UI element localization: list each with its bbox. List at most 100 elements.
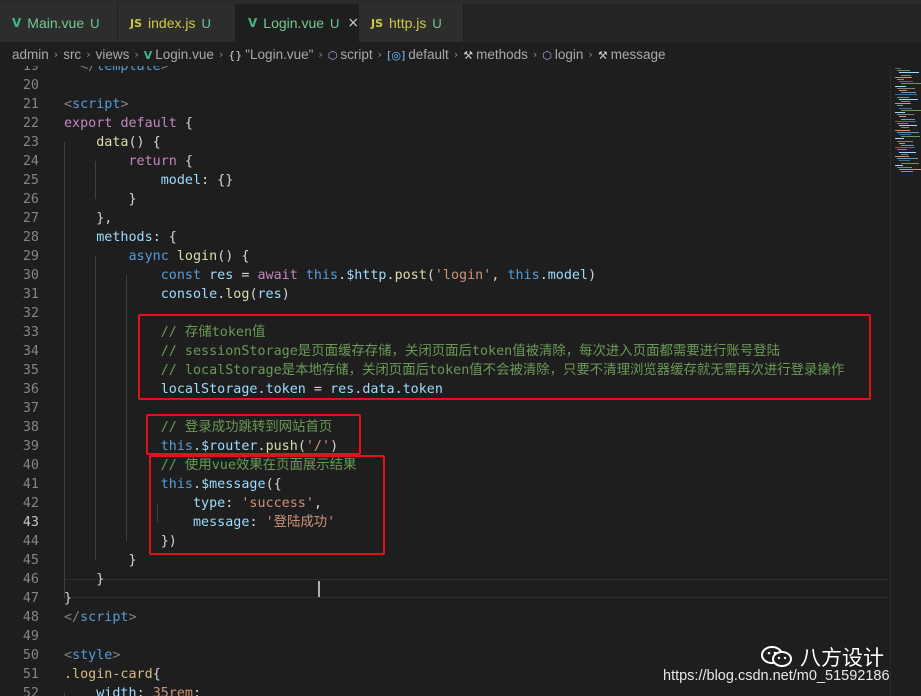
annotation-box-router	[146, 414, 361, 455]
tab-index-js[interactable]: JS index.js U	[118, 4, 236, 42]
code-line[interactable]: 25 model: {}	[0, 171, 890, 190]
code-line[interactable]: 50 <style>	[0, 646, 890, 665]
minimap-line	[899, 125, 917, 127]
breadcrumb-label: script	[340, 46, 373, 62]
minimap-line	[899, 98, 918, 100]
minimap-line	[897, 123, 908, 124]
code-line[interactable]: 28 methods: {	[0, 228, 890, 247]
minimap-line	[895, 68, 901, 69]
code-line[interactable]: 37	[0, 399, 890, 418]
code-line[interactable]: 19 </template>	[0, 66, 890, 76]
code-token: res	[209, 268, 234, 283]
code-line[interactable]: 42 type: 'success',	[0, 494, 890, 513]
wrench-icon: ⚒	[597, 48, 608, 62]
breadcrumb-item[interactable]: ⬡ login	[542, 47, 583, 62]
minimap-line	[901, 153, 908, 155]
code-token: }	[64, 572, 105, 587]
code-line[interactable]: 40 // 使用vue效果在页面展示结果	[0, 456, 890, 475]
tab-label: Login.vue	[263, 15, 325, 31]
minimap[interactable]	[890, 66, 921, 696]
breadcrumb-label: methods	[476, 46, 528, 62]
code-token: =	[233, 268, 258, 283]
code-line[interactable]: 44 })	[0, 532, 890, 551]
code-line[interactable]: 49	[0, 627, 890, 646]
breadcrumb-item[interactable]: admin	[12, 47, 49, 62]
line-number: 23	[22, 135, 39, 150]
tab-http-js[interactable]: JS http.js U	[359, 4, 464, 42]
tab-login-vue[interactable]: V Login.vue U ×	[236, 4, 359, 42]
code-line[interactable]: 30 const res = await this.$http.post('lo…	[0, 266, 890, 285]
breadcrumb: admin › src › views › V Login.vue › {} "Login.vue"…	[0, 42, 921, 66]
close-icon[interactable]: ×	[347, 15, 359, 31]
code-line[interactable]: 45 }	[0, 551, 890, 570]
code-token: width	[96, 686, 137, 696]
minimap-line	[895, 129, 910, 131]
code-text: data() {	[64, 133, 161, 152]
code-token: .	[386, 268, 395, 283]
code-line[interactable]: 41 this.$message({	[0, 475, 890, 494]
editor-tab-bar: V Main.vue U JS index.js U V Login.vue U × JS http.…	[0, 4, 921, 42]
code-line[interactable]: 48 </script>	[0, 608, 890, 627]
code-line[interactable]: 52 width: 35rem;	[0, 684, 890, 696]
code-token: <	[64, 648, 73, 663]
breadcrumb-item[interactable]: ⚒ message	[598, 47, 666, 62]
code-token: return	[128, 154, 177, 169]
code-token: await	[257, 268, 298, 283]
minimap-line	[899, 169, 921, 171]
breadcrumb-item[interactable]: ⬡ script	[328, 47, 373, 62]
code-token: .	[338, 268, 347, 283]
code-token: (	[426, 268, 435, 283]
minimap-line	[901, 109, 921, 111]
code-line[interactable]: 22 export default {	[0, 114, 890, 133]
code-line[interactable]: 47}	[0, 589, 890, 608]
code-line[interactable]: 26 }	[0, 190, 890, 209]
line-number: 51	[22, 667, 39, 682]
vue-file-icon: V	[12, 16, 22, 30]
line-number: 44	[22, 534, 39, 549]
tab-label: http.js	[389, 15, 427, 31]
breadcrumb-label: Login.vue	[155, 46, 214, 62]
line-number: 42	[22, 496, 39, 511]
minimap-line	[901, 83, 921, 85]
code-text: const res = await this.$http.post('login…	[64, 266, 596, 285]
line-number: 33	[22, 325, 39, 340]
code-line[interactable]: 21 <script>	[0, 95, 890, 114]
code-line[interactable]: 43 message: '登陆成功'	[0, 513, 890, 532]
code-token: }	[64, 553, 137, 568]
code-token: </	[80, 66, 97, 74]
code-line[interactable]: 46 }	[0, 570, 890, 589]
code-line[interactable]: 31 console.log(res)	[0, 285, 890, 304]
breadcrumb-item[interactable]: src	[63, 47, 81, 62]
breadcrumb-item[interactable]: ⚒ methods	[463, 47, 528, 62]
code-text: <style>	[64, 646, 120, 665]
tab-main-vue[interactable]: V Main.vue U	[0, 4, 118, 42]
wrench-icon: ⚒	[463, 48, 474, 62]
chevron-right-icon: ›	[134, 47, 139, 61]
minimap-line	[895, 138, 904, 140]
breadcrumb-item[interactable]: {} "Login.vue"	[228, 47, 313, 62]
code-line[interactable]: 39 this.$router.push('/')	[0, 437, 890, 456]
line-number: 32	[22, 306, 39, 321]
breadcrumb-label: message	[610, 46, 666, 62]
code-token: this	[305, 268, 339, 283]
breadcrumb-item[interactable]: V Login.vue	[144, 47, 214, 62]
minimap-line	[899, 72, 919, 74]
breadcrumb-item[interactable]: [◎] default	[387, 47, 449, 62]
code-line[interactable]: 20	[0, 76, 890, 95]
code-line[interactable]: 29 async login() {	[0, 247, 890, 266]
code-line[interactable]: 24 return {	[0, 152, 890, 171]
minimap-line	[895, 76, 912, 78]
minimap-line	[897, 158, 918, 160]
code-line[interactable]: 27 },	[0, 209, 890, 228]
code-line[interactable]: 23 data() {	[0, 133, 890, 152]
code-line[interactable]: 38 // 登录成功跳转到网站首页	[0, 418, 890, 437]
breadcrumb-item[interactable]: views	[96, 47, 130, 62]
line-number: 26	[22, 192, 39, 207]
text-cursor	[318, 581, 320, 597]
